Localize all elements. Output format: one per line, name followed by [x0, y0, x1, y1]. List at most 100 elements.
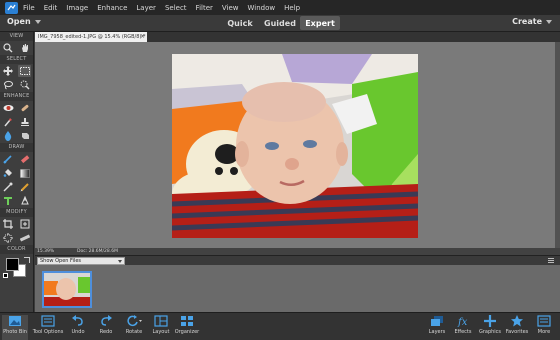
zoom-tool-icon[interactable] — [2, 42, 15, 54]
layers-button[interactable]: Layers — [426, 315, 448, 340]
open-button[interactable]: Open — [7, 17, 41, 26]
show-open-files-select[interactable]: Show Open Files — [37, 257, 125, 265]
document-photo[interactable] — [172, 54, 418, 238]
favorites-button[interactable]: Favorites — [505, 315, 529, 340]
menu-filter[interactable]: Filter — [196, 4, 213, 12]
effects-button[interactable]: fx Effects — [452, 315, 474, 340]
pen-tool-icon[interactable] — [18, 195, 31, 207]
layout-icon — [154, 315, 168, 327]
undo-label: Undo — [71, 329, 85, 335]
status-bar: 15.39% Doc: 28.6M/28.6M — [35, 248, 560, 255]
blur-tool-icon[interactable] — [2, 130, 15, 142]
elements-logo-icon — [5, 1, 18, 14]
tab-quick[interactable]: Quick — [218, 16, 262, 30]
brush-tool-icon[interactable] — [2, 153, 15, 165]
document-tab[interactable]: IMG_7958_edited-1.JPG @ 15.4% (RGB/8) * … — [35, 32, 147, 42]
menu-edit[interactable]: Edit — [44, 4, 58, 12]
app-window: File Edit Image Enhance Layer Select Fil… — [0, 0, 560, 340]
svg-text:fx: fx — [457, 317, 468, 327]
foreground-color-swatch[interactable] — [6, 258, 19, 271]
menu-layer[interactable]: Layer — [136, 4, 156, 12]
open-label: Open — [7, 17, 31, 26]
sponge-tool-icon[interactable] — [18, 130, 31, 142]
effects-label: Effects — [454, 329, 472, 335]
rotate-label: Rotate — [125, 329, 143, 335]
pencil-tool-icon[interactable] — [18, 181, 31, 193]
crop-tool-icon[interactable] — [2, 218, 15, 230]
more-button[interactable]: More — [533, 315, 555, 340]
canvas-area[interactable] — [35, 42, 555, 248]
create-label: Create — [512, 17, 542, 26]
create-button[interactable]: Create — [512, 17, 552, 26]
paint-bucket-tool-icon[interactable] — [2, 167, 15, 179]
eyedropper-tool-icon[interactable] — [2, 181, 15, 193]
vertical-scrollbar[interactable] — [555, 42, 560, 248]
menu-icon[interactable] — [548, 258, 554, 263]
type-tool-icon[interactable] — [2, 195, 15, 207]
layout-label: Layout — [152, 329, 170, 335]
tab-guided[interactable]: Guided — [258, 16, 302, 30]
photo-bin-thumbnail[interactable] — [42, 271, 92, 308]
undo-button[interactable]: Undo — [68, 315, 88, 340]
effects-icon: fx — [457, 317, 468, 327]
favorites-label: Favorites — [505, 329, 529, 335]
menu-bar: File Edit Image Enhance Layer Select Fil… — [0, 0, 560, 15]
star-icon — [511, 315, 523, 327]
chevron-down-icon — [118, 260, 122, 263]
graphics-icon — [484, 315, 496, 327]
chevron-down-icon — [546, 19, 552, 24]
bin-select-value: Show Open Files — [40, 258, 81, 264]
move-tool-icon[interactable] — [2, 65, 15, 77]
recompose-tool-icon[interactable] — [18, 218, 31, 230]
gradient-tool-icon[interactable] — [18, 167, 31, 179]
organizer-button[interactable]: Organizer — [175, 315, 199, 340]
tool-options-button[interactable]: Tool Options — [30, 315, 66, 340]
default-colors-icon[interactable] — [3, 273, 8, 278]
section-modify-label: MODIFY — [0, 208, 33, 217]
swap-colors-icon[interactable] — [24, 257, 30, 263]
spot-healing-brush-icon[interactable] — [18, 102, 31, 114]
graphics-button[interactable]: Graphics — [478, 315, 502, 340]
undo-icon — [72, 315, 83, 326]
photo-bin-button[interactable]: Photo Bin — [2, 315, 28, 340]
close-icon[interactable]: × — [140, 32, 145, 42]
section-draw-label: DRAW — [0, 143, 33, 152]
color-swatches — [0, 254, 33, 280]
more-icon — [537, 315, 551, 327]
straighten-tool-icon[interactable] — [18, 232, 31, 244]
menu-window[interactable]: Window — [248, 4, 276, 12]
organizer-icon — [181, 316, 193, 326]
layers-icon — [431, 316, 443, 326]
zoom-level[interactable]: 15.39% — [37, 248, 54, 255]
document-tab-bar: IMG_7958_edited-1.JPG @ 15.4% (RGB/8) * … — [35, 32, 560, 42]
hand-tool-icon[interactable] — [18, 42, 31, 54]
layout-button[interactable]: Layout — [150, 315, 172, 340]
smart-brush-tool-icon[interactable] — [2, 116, 15, 128]
menu-enhance[interactable]: Enhance — [97, 4, 127, 12]
clone-stamp-tool-icon[interactable] — [18, 116, 31, 128]
document-size: Doc: 28.6M/28.6M — [77, 249, 118, 254]
redo-button[interactable]: Redo — [96, 315, 116, 340]
red-eye-tool-icon[interactable] — [2, 102, 15, 114]
tab-expert[interactable]: Expert — [300, 16, 340, 30]
menu-image[interactable]: Image — [66, 4, 88, 12]
photo-bin-label: Photo Bin — [3, 329, 27, 335]
marquee-tool-icon[interactable] — [18, 65, 32, 77]
organizer-label: Organizer — [174, 329, 200, 335]
section-color-label: COLOR — [0, 245, 33, 254]
menu-help[interactable]: Help — [284, 4, 300, 12]
menu-select[interactable]: Select — [165, 4, 187, 12]
lasso-tool-icon[interactable] — [2, 79, 15, 91]
layers-label: Layers — [428, 329, 446, 335]
eraser-tool-icon[interactable] — [18, 153, 31, 165]
tool-options-icon — [41, 315, 55, 327]
chevron-down-icon — [34, 19, 41, 24]
quick-selection-tool-icon[interactable] — [18, 79, 31, 91]
menu-view[interactable]: View — [222, 4, 239, 12]
section-select-label: SELECT — [0, 55, 33, 64]
menu-file[interactable]: File — [23, 4, 35, 12]
mode-bar: Open Quick Guided Expert Create — [0, 15, 560, 32]
content-aware-move-icon[interactable] — [2, 232, 15, 244]
photo-bin-header: Show Open Files — [35, 255, 560, 265]
rotate-button[interactable]: Rotate — [122, 315, 146, 340]
